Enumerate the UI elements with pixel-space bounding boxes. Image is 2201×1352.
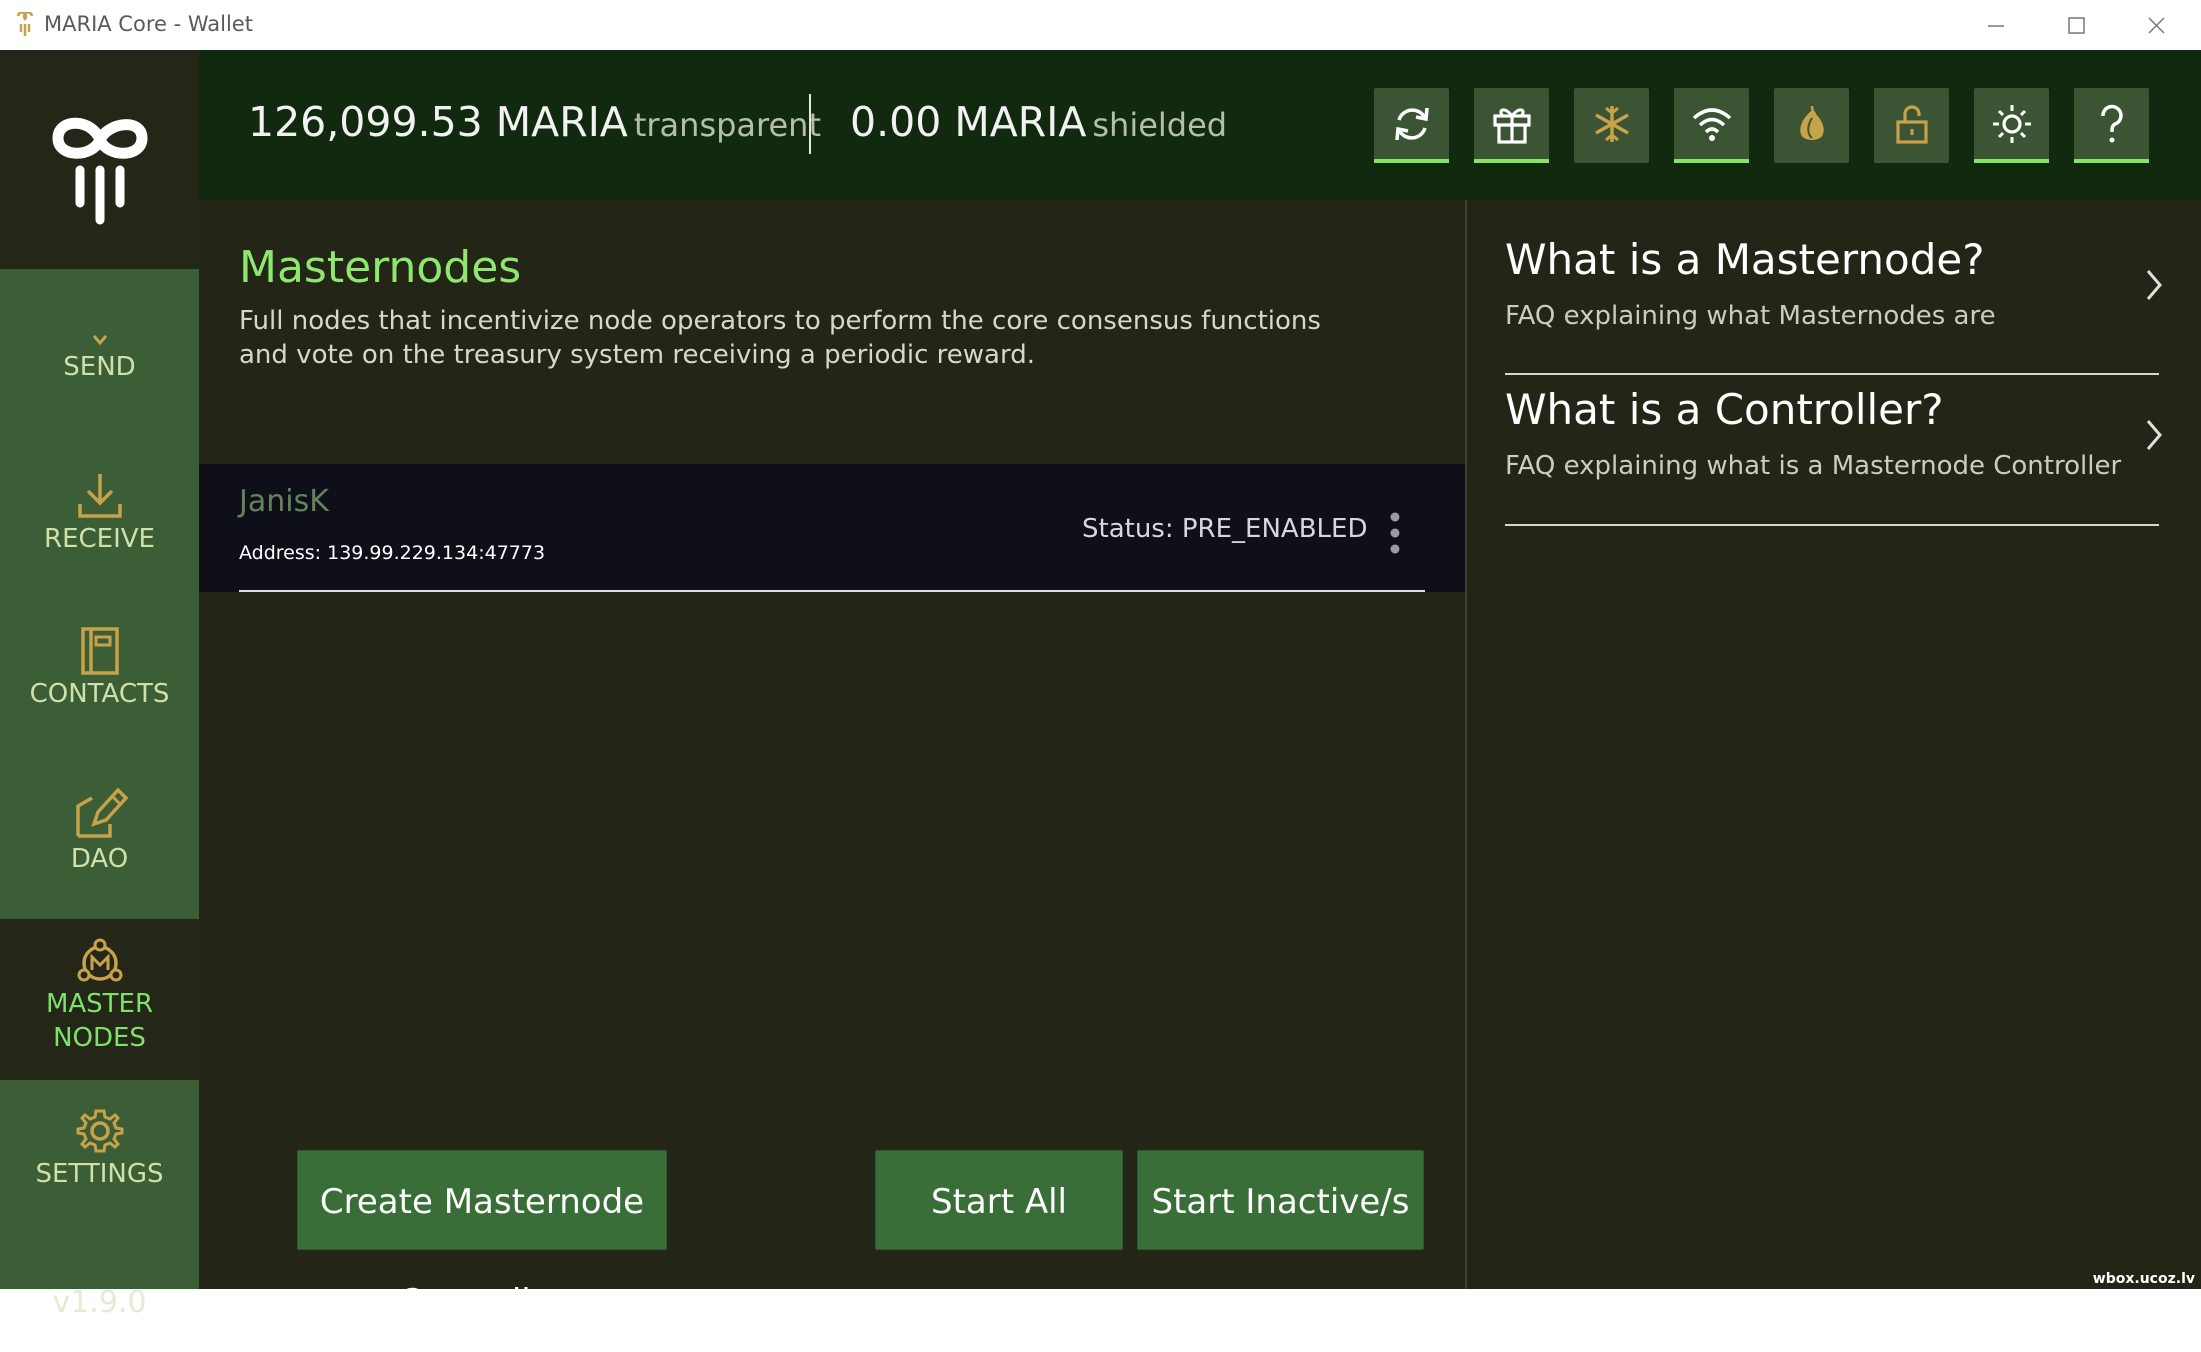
- chevron-right-icon: [2146, 420, 2162, 450]
- download-icon: [77, 474, 122, 518]
- start-all-button[interactable]: Start All: [875, 1150, 1123, 1250]
- transparent-label: transparent: [633, 106, 821, 144]
- page-title: Masternodes: [239, 242, 522, 293]
- wifi-icon: [1692, 108, 1732, 141]
- faq-title: What is a Controller?: [1505, 385, 1944, 434]
- snowflake-icon: [1595, 106, 1629, 142]
- balance-separator: [809, 94, 811, 154]
- theme-indicator: [1974, 159, 2049, 163]
- sidebar-item-dao[interactable]: DAO: [0, 780, 199, 890]
- sidebar-item-label-line1: MASTER: [45, 989, 154, 1019]
- gear-icon: [76, 1109, 123, 1153]
- shielded-label: shielded: [1092, 106, 1228, 144]
- page-description: Full nodes that incentivize node operato…: [239, 306, 1321, 370]
- maximize-icon: [2068, 17, 2085, 34]
- help-icon: [2101, 104, 2123, 143]
- sync-indicator: [1374, 159, 1449, 163]
- sidebar: SEND RECEIVE CONTACTS DAO MASTER NODES S…: [0, 50, 199, 1320]
- unlock-icon: [1896, 105, 1928, 144]
- gift-icon: [1493, 108, 1531, 144]
- more-options-icon[interactable]: [1385, 508, 1405, 558]
- window-titlebar: MARIA Core - Wallet: [0, 0, 2201, 50]
- lock-wallet-button[interactable]: [1874, 88, 1949, 163]
- masternode-icon: [77, 938, 122, 982]
- brightness-icon: [1993, 105, 2031, 143]
- sync-button[interactable]: [1374, 88, 1449, 163]
- masternode-status: Status: PRE_ENABLED: [1082, 514, 1368, 544]
- masternode-name: JanisK: [239, 484, 329, 519]
- sidebar-item-settings[interactable]: SETTINGS: [0, 1105, 199, 1205]
- app-logo-icon: [16, 12, 34, 36]
- sync-icon: [1395, 107, 1429, 141]
- contacts-book-icon: [80, 627, 119, 675]
- faq-controller-item[interactable]: What is a Controller? FAQ explaining wha…: [1505, 375, 2162, 526]
- minimize-button[interactable]: [1958, 0, 2038, 50]
- faq-masternode-item[interactable]: What is a Masternode? FAQ explaining wha…: [1505, 175, 2162, 375]
- transparent-balance: 126,099.53 MARIA transparent: [248, 98, 821, 146]
- tor-onion-icon: [1800, 105, 1824, 140]
- help-button[interactable]: [2074, 88, 2149, 163]
- rewards-button[interactable]: [1474, 88, 1549, 163]
- window-title: MARIA Core - Wallet: [44, 12, 253, 36]
- maria-logo-icon: [52, 117, 148, 225]
- theme-button[interactable]: [1974, 88, 2049, 163]
- sidebar-item-receive[interactable]: RECEIVE: [0, 470, 199, 570]
- cold-staking-button[interactable]: [1574, 88, 1649, 163]
- close-icon: [2148, 17, 2165, 34]
- sidebar-item-label: RECEIVE: [44, 524, 155, 554]
- network-button[interactable]: [1674, 88, 1749, 163]
- sidebar-item-label-line2: NODES: [53, 1023, 146, 1053]
- version-label: v1.9.0: [52, 1285, 147, 1320]
- sidebar-item-masternodes[interactable]: MASTER NODES: [0, 919, 199, 1080]
- sidebar-item-send[interactable]: SEND: [0, 330, 199, 405]
- sidebar-item-label: DAO: [70, 844, 129, 874]
- transparent-amount: 126,099.53 MARIA: [248, 98, 628, 146]
- shielded-amount: 0.00 MARIA: [850, 98, 1087, 146]
- watermark: wbox.ucoz.lv: [2092, 1271, 2195, 1287]
- faq-subtitle: FAQ explaining what Masternodes are: [1505, 301, 1996, 331]
- chevron-down-icon: [92, 335, 107, 346]
- faq-panel: What is a Masternode? FAQ explaining wha…: [1467, 200, 2201, 1289]
- rewards-indicator: [1474, 159, 1549, 163]
- maximize-button[interactable]: [2038, 0, 2118, 50]
- faq-title: What is a Masternode?: [1505, 235, 1985, 284]
- masternode-address: Address: 139.99.229.134:47773: [239, 542, 546, 564]
- create-masternode-controller-button[interactable]: Create Masternode Controller: [297, 1150, 667, 1322]
- chevron-right-icon: [2146, 270, 2162, 300]
- minimize-icon: [1988, 25, 2004, 27]
- help-indicator: [2074, 159, 2149, 163]
- faq-subtitle: FAQ explaining what is a Masternode Cont…: [1505, 451, 2122, 481]
- edit-vote-icon: [75, 787, 128, 838]
- sidebar-item-contacts[interactable]: CONTACTS: [0, 625, 199, 725]
- shielded-balance: 0.00 MARIA shielded: [850, 98, 1227, 146]
- sidebar-item-label: SEND: [63, 352, 136, 382]
- start-inactive-button[interactable]: Start Inactive/s: [1137, 1150, 1424, 1250]
- masternodes-panel: Masternodes Full nodes that incentivize …: [199, 200, 1465, 1322]
- tor-button[interactable]: [1774, 88, 1849, 163]
- row-divider: [239, 590, 1425, 592]
- sidebar-item-label: CONTACTS: [29, 679, 170, 709]
- close-window-button[interactable]: [2118, 0, 2198, 50]
- sidebar-item-label: SETTINGS: [35, 1159, 164, 1189]
- network-indicator: [1674, 159, 1749, 163]
- masternode-row[interactable]: JanisK Address: 139.99.229.134:47773 Sta…: [199, 464, 1465, 592]
